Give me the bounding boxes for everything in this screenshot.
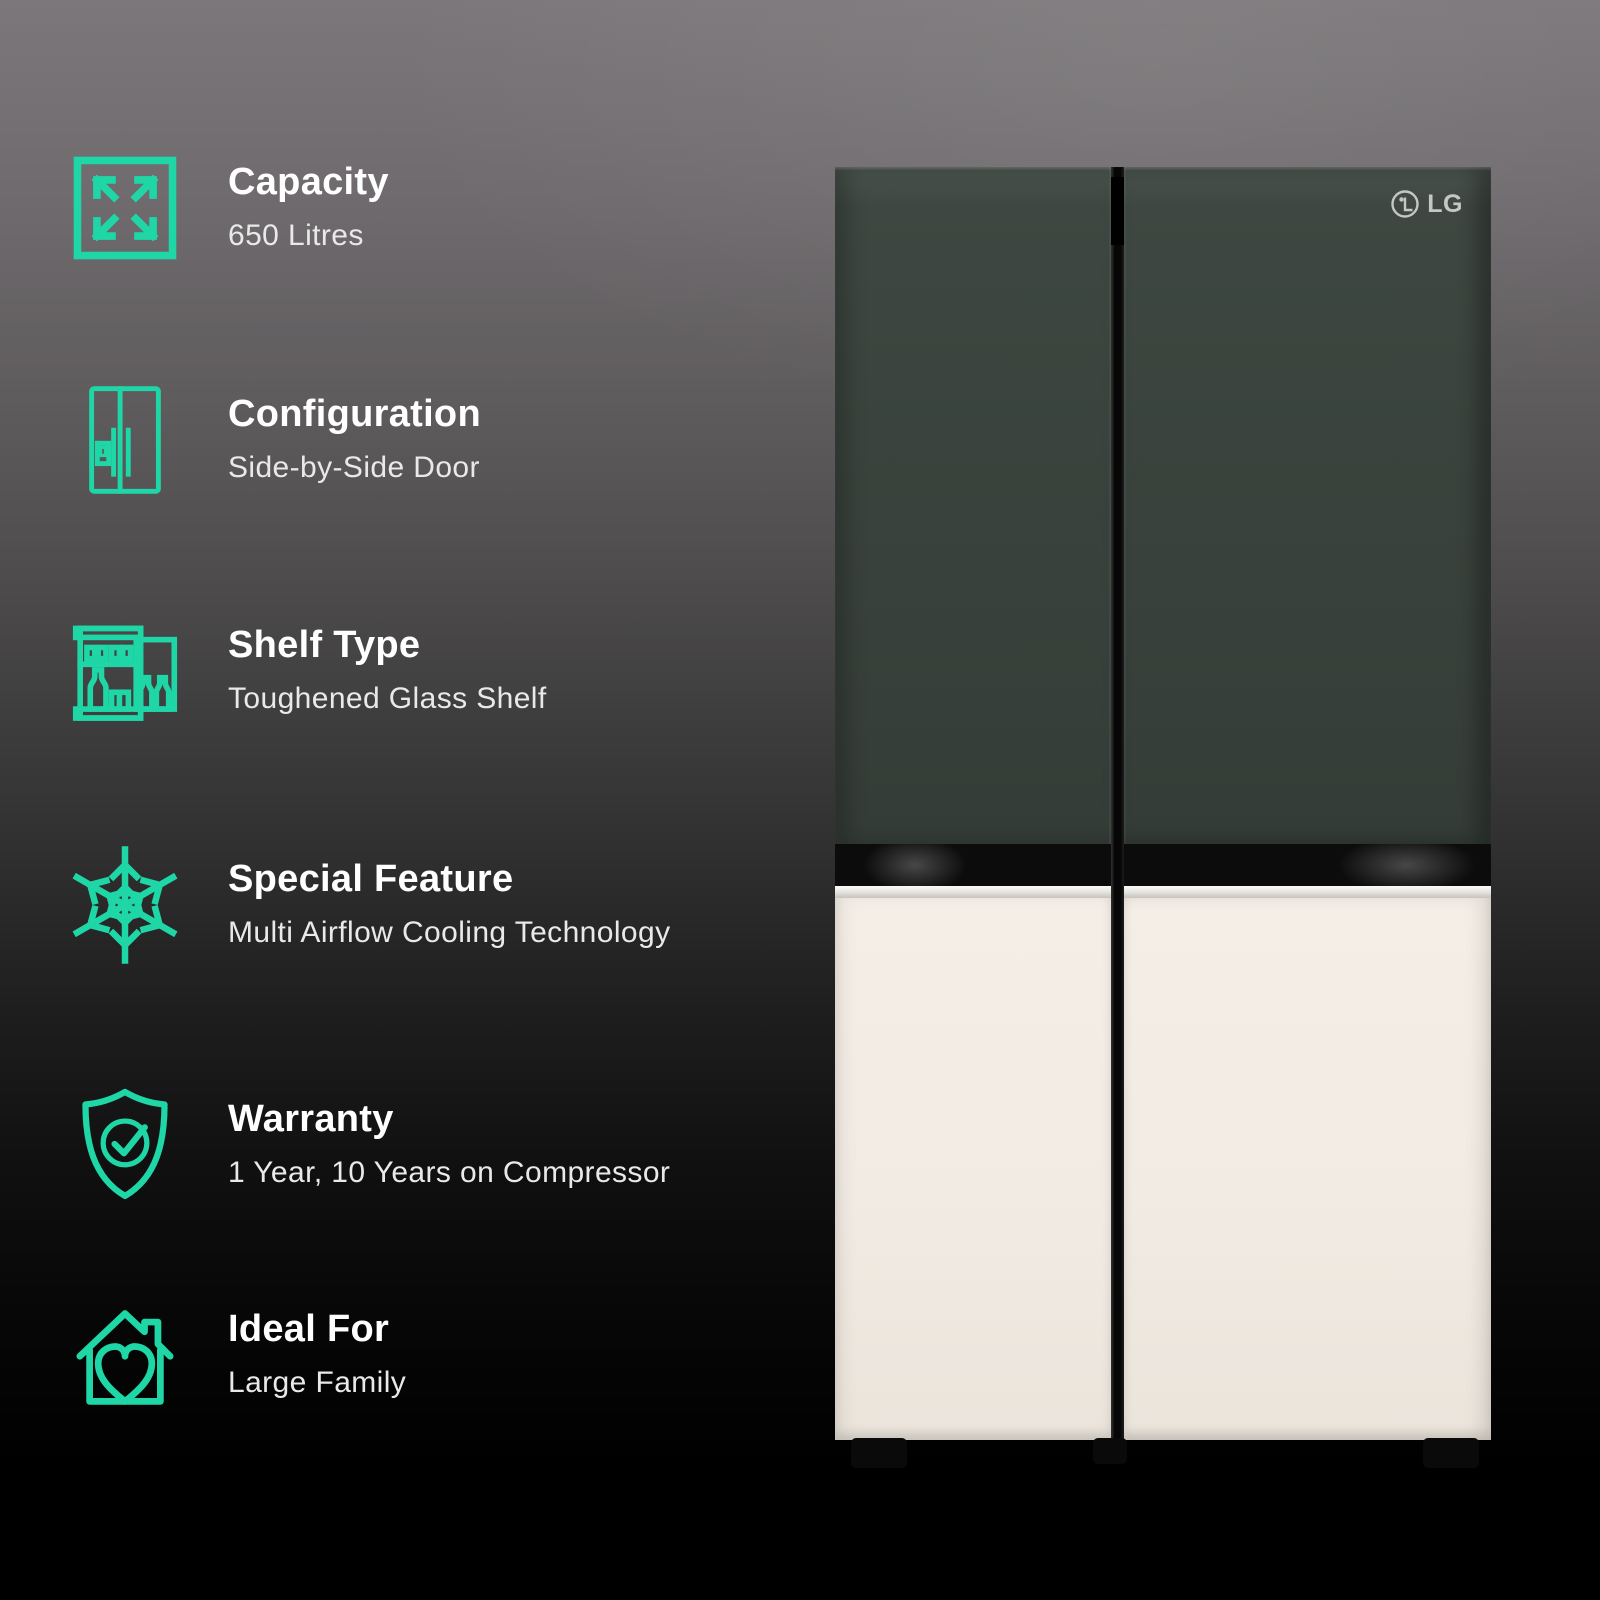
refrigerator-product-image: LG	[835, 167, 1491, 1477]
house-heart-icon	[64, 1292, 186, 1418]
fridge-left-handle-band	[835, 844, 1111, 886]
fridge-center-wheel	[1093, 1438, 1127, 1464]
fridge-left-door	[835, 167, 1111, 1440]
feature-title: Warranty	[228, 1098, 394, 1141]
feature-value: Multi Airflow Cooling Technology	[228, 916, 671, 950]
feature-title: Special Feature	[228, 858, 514, 901]
fridge-right-lower-door	[1124, 898, 1491, 1440]
product-infographic: Capacity 650 Litres Configuration Side-b…	[0, 0, 1600, 1600]
feature-special-feature: Special Feature Multi Airflow Cooling Te…	[64, 845, 670, 965]
feature-value: 1 Year, 10 Years on Compressor	[228, 1156, 671, 1190]
fridge-left-wheel	[851, 1438, 907, 1468]
feature-ideal-for: Ideal For Large Family	[64, 1292, 406, 1418]
feature-capacity: Capacity 650 Litres	[64, 153, 389, 263]
feature-title: Ideal For	[228, 1308, 390, 1351]
feature-title: Capacity	[228, 161, 389, 204]
fridge-doors-icon	[64, 383, 186, 497]
fridge-door-gap	[1111, 167, 1124, 1440]
fridge-left-upper-door	[835, 167, 1111, 844]
expand-icon	[64, 153, 186, 263]
feature-warranty: Warranty 1 Year, 10 Years on Compressor	[64, 1086, 670, 1204]
fridge-left-lower-door	[835, 898, 1111, 1440]
shield-check-icon	[64, 1086, 186, 1204]
fridge-right-handle-band	[1124, 844, 1491, 886]
feature-title: Configuration	[228, 393, 481, 436]
feature-value: 650 Litres	[228, 219, 364, 253]
fridge-right-door: LG	[1124, 167, 1491, 1440]
shelf-bottles-icon	[64, 615, 186, 727]
feature-shelf-type: Shelf Type Toughened Glass Shelf	[64, 615, 547, 727]
fridge-center-hinge	[1111, 177, 1124, 245]
fridge-right-upper-door: LG	[1124, 167, 1491, 844]
fridge-left-trim-strip	[835, 886, 1111, 898]
lg-logo-icon	[1391, 190, 1419, 218]
feature-value: Side-by-Side Door	[228, 451, 480, 485]
snowflake-icon	[64, 845, 186, 965]
lg-logo-text: LG	[1427, 189, 1463, 218]
lg-logo: LG	[1390, 189, 1463, 219]
fridge-right-wheel	[1423, 1438, 1479, 1468]
feature-title: Shelf Type	[228, 624, 421, 667]
fridge-right-trim-strip	[1124, 886, 1491, 898]
feature-configuration: Configuration Side-by-Side Door	[64, 383, 481, 497]
feature-value: Large Family	[228, 1366, 407, 1400]
feature-value: Toughened Glass Shelf	[228, 682, 547, 716]
